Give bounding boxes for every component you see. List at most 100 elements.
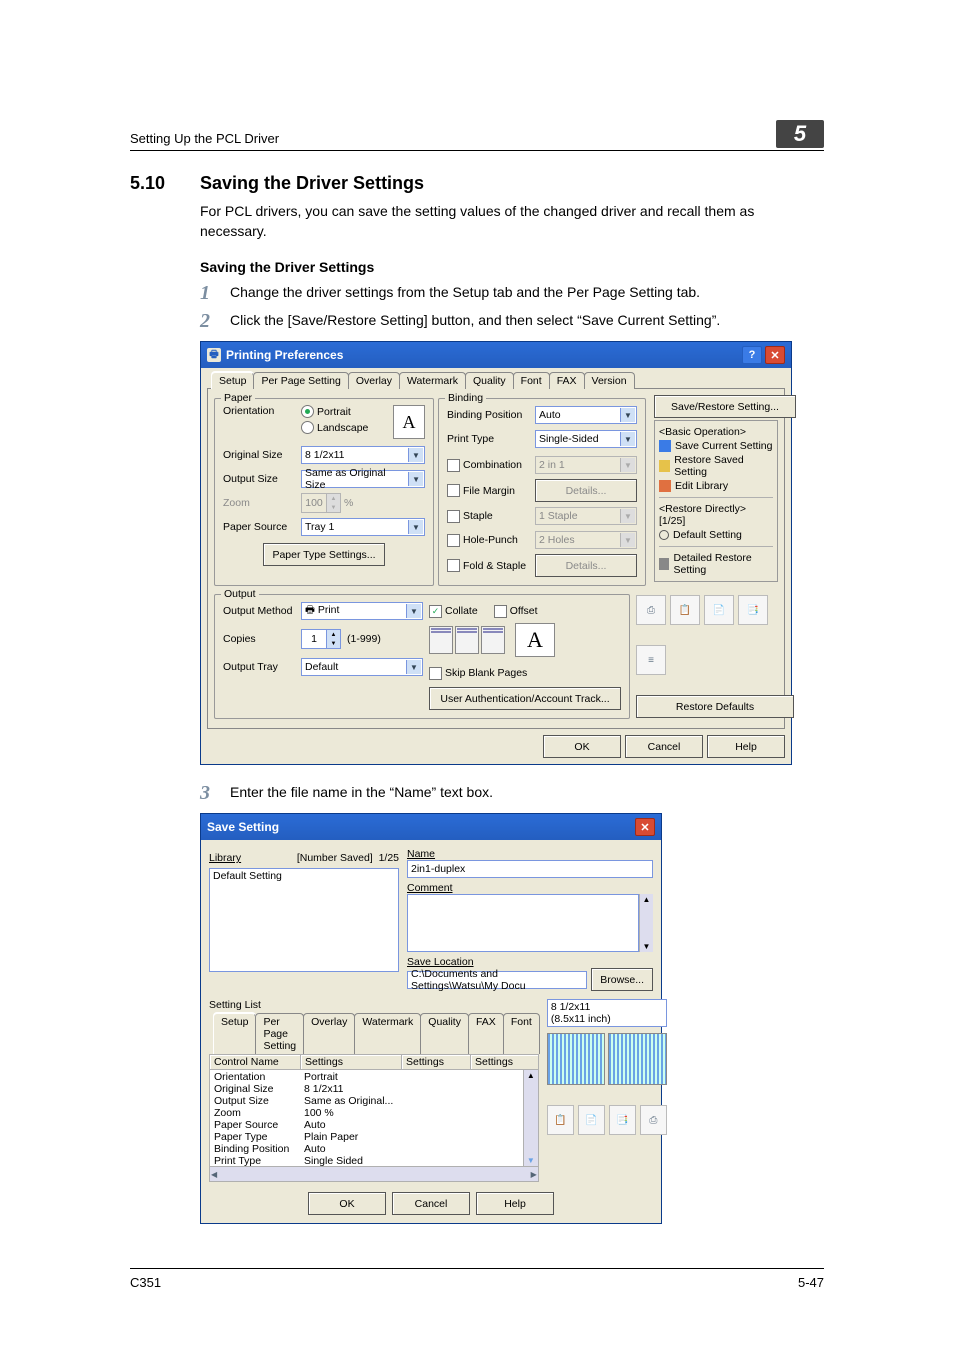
offset-check[interactable]: Offset — [494, 605, 538, 618]
util-icon-4: 📑 — [738, 595, 768, 625]
s-tab-overlay[interactable]: Overlay — [303, 1013, 355, 1054]
tab-fax[interactable]: FAX — [549, 372, 585, 389]
chevron-down-icon: ▼ — [620, 509, 635, 523]
close-button[interactable]: ✕ — [765, 346, 785, 364]
staple-check[interactable]: Staple — [447, 510, 535, 523]
landscape-radio[interactable]: Landscape — [301, 421, 393, 434]
portrait-radio[interactable]: Portrait — [301, 405, 393, 418]
name-input[interactable]: 2in1-duplex — [407, 860, 653, 878]
preview-chart-icon — [608, 1033, 667, 1085]
table-row: Original Size — [214, 1083, 296, 1095]
library-icon — [659, 480, 671, 492]
save-dialog-title: Save Setting — [207, 820, 279, 834]
tab-setup[interactable]: Setup — [211, 372, 254, 389]
scrollbar-vertical[interactable]: ▲▼ — [523, 1070, 538, 1166]
print-type-combo[interactable]: Single-Sided▼ — [535, 430, 637, 448]
comment-input[interactable] — [407, 894, 639, 952]
s-tab-fax[interactable]: FAX — [468, 1013, 504, 1054]
copies-spinner[interactable]: 1▲▼ — [301, 629, 341, 649]
help-button[interactable]: ? — [742, 346, 762, 364]
restore-saved-setting-link[interactable]: Restore Saved Setting — [659, 453, 773, 479]
paper-legend: Paper — [221, 392, 255, 404]
step-3-number: 3 — [200, 783, 230, 803]
section-number: 5.10 — [130, 173, 200, 194]
zoom-spinner: 100▲▼ — [301, 493, 341, 513]
combination-check[interactable]: Combination — [447, 459, 535, 472]
s-tab-quality[interactable]: Quality — [420, 1013, 469, 1054]
s-tab-perpage[interactable]: Per Page Setting — [255, 1013, 304, 1054]
output-size-combo[interactable]: Same as Original Size▼ — [301, 470, 425, 488]
restore-directly-header: <Restore Directly> [1/25] — [659, 502, 773, 528]
step-1-number: 1 — [200, 283, 230, 303]
save-help-button[interactable]: Help — [476, 1192, 554, 1215]
table-row: 8 1/2x11 — [304, 1083, 460, 1095]
table-row: Zoom — [214, 1107, 296, 1119]
close-button[interactable]: ✕ — [635, 818, 655, 836]
s-tab-watermark[interactable]: Watermark — [354, 1013, 421, 1054]
fold-details-button: Details... — [535, 554, 637, 577]
user-auth-button[interactable]: User Authentication/Account Track... — [429, 687, 621, 710]
util-icon-1[interactable]: ⎙ — [636, 595, 666, 625]
library-list[interactable]: Default Setting — [209, 868, 399, 972]
library-item-default[interactable]: Default Setting — [213, 870, 395, 882]
skip-blank-check[interactable]: Skip Blank Pages — [429, 667, 527, 680]
save-restore-button[interactable]: Save/Restore Setting... — [654, 395, 796, 418]
paper-source-combo[interactable]: Tray 1▼ — [301, 518, 425, 536]
save-current-setting-link[interactable]: Save Current Setting — [659, 439, 773, 453]
preview-size-readout: 8 1/2x11 (8.5x11 inch) — [547, 999, 667, 1027]
chevron-down-icon: ▼ — [620, 533, 635, 547]
s-tab-setup[interactable]: Setup — [213, 1013, 256, 1054]
location-input[interactable]: C:\Documents and Settings\Watsu\My Docu — [407, 971, 587, 989]
scrollbar-vertical[interactable]: ▲▼ — [639, 894, 653, 952]
help-button-bottom[interactable]: Help — [707, 735, 785, 758]
prefs-tabs: Setup Per Page Setting Overlay Watermark… — [207, 372, 785, 389]
printing-preferences-dialog: 🖶 Printing Preferences ? ✕ Setup Per Pag… — [200, 341, 792, 765]
tab-perpage[interactable]: Per Page Setting — [253, 372, 348, 389]
restore-defaults-button[interactable]: Restore Defaults — [636, 695, 794, 718]
file-margin-check[interactable]: File Margin — [447, 484, 535, 497]
s-tab-font[interactable]: Font — [503, 1013, 540, 1054]
util-icon-2: 📋 — [670, 595, 700, 625]
default-setting-link[interactable]: Default Setting — [659, 528, 773, 542]
orientation-preview-icon: A — [393, 405, 425, 439]
paper-type-settings-button[interactable]: Paper Type Settings... — [263, 543, 384, 566]
browse-button[interactable]: Browse... — [591, 968, 653, 991]
collate-check[interactable]: Collate — [429, 605, 478, 618]
output-tray-combo[interactable]: Default▼ — [301, 658, 423, 676]
settings-table[interactable]: Orientation Original Size Output Size Zo… — [209, 1070, 539, 1167]
step-1-text: Change the driver settings from the Setu… — [230, 283, 824, 303]
original-size-combo[interactable]: 8 1/2x11▼ — [301, 446, 425, 464]
section-title: Saving the Driver Settings — [200, 173, 424, 194]
util-icon-3: 📄 — [704, 595, 734, 625]
cancel-button[interactable]: Cancel — [625, 735, 703, 758]
orientation-label: Orientation — [223, 405, 301, 417]
tab-overlay[interactable]: Overlay — [348, 372, 400, 389]
output-method-combo[interactable]: 🖶 Print▼ — [301, 602, 423, 620]
chevron-down-icon: ▼ — [406, 660, 421, 674]
paper-source-label: Paper Source — [223, 521, 301, 533]
ok-button[interactable]: OK — [543, 735, 621, 758]
table-row: Single Sided — [304, 1155, 460, 1167]
hole-punch-check[interactable]: Hole-Punch — [447, 534, 535, 547]
tab-quality[interactable]: Quality — [465, 372, 514, 389]
util-icon-5[interactable]: ≡ — [636, 645, 666, 675]
util-icon-c: 📑 — [609, 1105, 636, 1135]
edit-library-link[interactable]: Edit Library — [659, 479, 773, 493]
scrollbar-horizontal[interactable]: ◀▶ — [209, 1167, 539, 1182]
tab-watermark[interactable]: Watermark — [399, 372, 466, 389]
util-icon-d[interactable]: ⎙ — [640, 1105, 667, 1135]
fold-staple-check[interactable]: Fold & Staple — [447, 559, 535, 572]
tab-version[interactable]: Version — [584, 372, 635, 389]
save-ok-button[interactable]: OK — [308, 1192, 386, 1215]
binding-position-combo[interactable]: Auto▼ — [535, 406, 637, 424]
tab-font[interactable]: Font — [513, 372, 550, 389]
table-row: Same as Original... — [304, 1095, 460, 1107]
radio-dot-icon — [659, 530, 669, 540]
table-row: Orientation — [214, 1071, 296, 1083]
header-text: Setting Up the PCL Driver — [130, 131, 279, 146]
library-label: Library — [209, 852, 241, 864]
detailed-restore-link[interactable]: Detailed Restore Setting — [659, 551, 773, 577]
footer-left: C351 — [130, 1275, 161, 1290]
printer-icon: 🖶 — [207, 348, 221, 362]
save-cancel-button[interactable]: Cancel — [392, 1192, 470, 1215]
